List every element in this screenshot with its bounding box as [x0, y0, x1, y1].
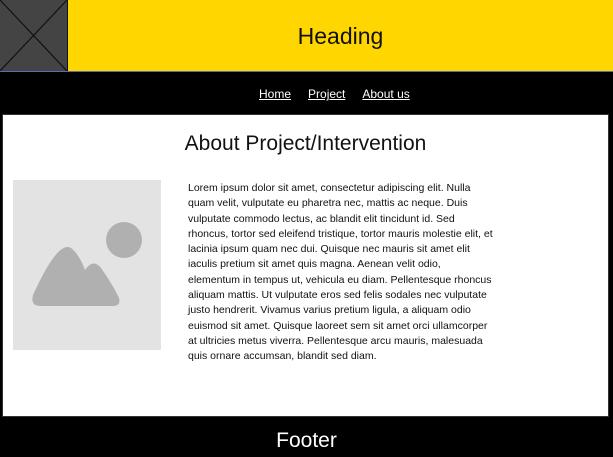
main-content: About Project/Intervention Lorem ipsum d…: [2, 114, 609, 417]
frame-edge-right: [609, 114, 613, 417]
footer: Footer: [0, 417, 613, 457]
body-paragraph: Lorem ipsum dolor sit amet, consectetur …: [188, 182, 493, 363]
logo-image: [0, 0, 68, 71]
broken-image-x-icon: [0, 0, 67, 71]
nav-bar: Home Project About us: [0, 72, 613, 114]
image-placeholder-icon: [32, 222, 142, 306]
nav-link-project[interactable]: Project: [308, 87, 345, 101]
nav-link-home[interactable]: Home: [259, 87, 291, 101]
page: Heading Home Project About us About Projec…: [0, 0, 613, 457]
image-placeholder: [13, 180, 161, 350]
footer-text: Footer: [276, 429, 337, 452]
page-heading: Heading: [297, 23, 384, 49]
section-title: About Project/Intervention: [184, 132, 427, 155]
header: Heading: [0, 0, 613, 72]
nav-link-about-us[interactable]: About us: [362, 87, 409, 101]
nav-links: Home Project About us: [259, 85, 427, 101]
